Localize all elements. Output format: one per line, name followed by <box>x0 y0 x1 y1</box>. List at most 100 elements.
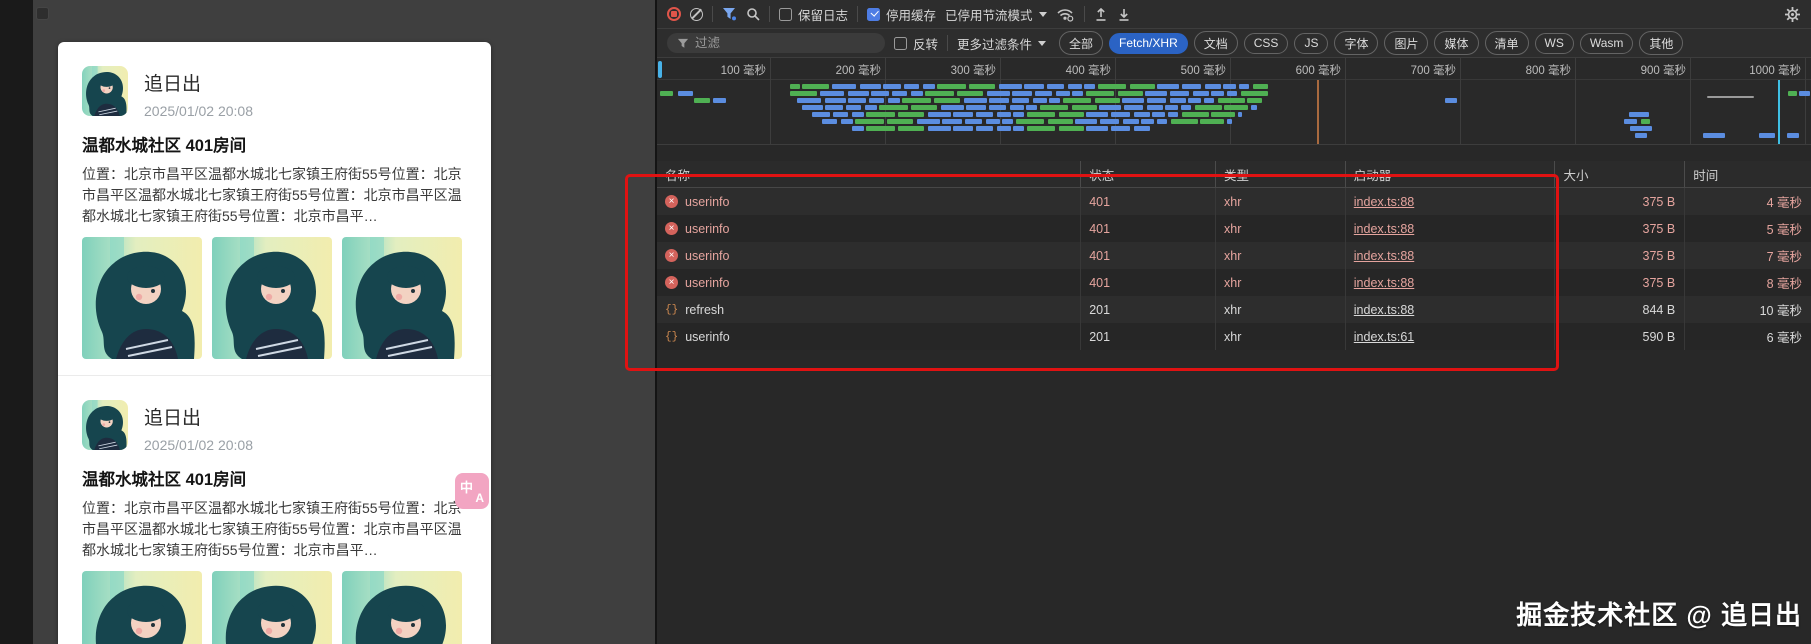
column-header-2[interactable]: 类型 <box>1216 161 1346 187</box>
timeline-request-bar <box>797 98 821 103</box>
filter-chip-wasm[interactable]: Wasm <box>1579 32 1634 54</box>
timeline-overview[interactable]: 100 毫秒 200 毫秒 300 毫秒 400 毫秒 500 毫秒 600 毫秒 700 … <box>657 58 1811 145</box>
toolbar-divider <box>712 6 713 22</box>
timeline-request-bar <box>1170 98 1186 103</box>
timeline-request-bar <box>904 84 919 89</box>
initiator-link[interactable]: index.ts:88 <box>1354 222 1414 236</box>
initiator-link[interactable]: index.ts:88 <box>1354 303 1414 317</box>
devtools-network-panel: 保留日志 停用缓存 已停用节流模式 过滤 反转 更多过滤条件 全部 Fetch/… <box>655 0 1811 644</box>
toolbar-divider <box>769 6 770 22</box>
toolbar-divider <box>947 35 949 51</box>
network-request-row[interactable]: {} userinfo 201 xhr index.ts:61 590 B 6 毫秒 <box>657 323 1811 350</box>
error-icon: × <box>665 276 678 289</box>
translate-button[interactable]: 中 A <box>455 473 489 509</box>
network-request-row[interactable]: {} refresh 201 xhr index.ts:88 844 B 10 毫秒 <box>657 296 1811 323</box>
column-header-1[interactable]: 状态 <box>1081 161 1217 187</box>
name-cell: {} userinfo <box>657 323 1082 350</box>
filter-chip-css[interactable]: CSS <box>1243 32 1289 54</box>
column-header-3[interactable]: 启动器 <box>1346 161 1556 187</box>
feed-card: 追日出 2025/01/02 20:08 温都水城社区 401房间 位置：北京市昌平区… <box>58 376 491 644</box>
timeline-request-bar <box>846 105 861 110</box>
filter-chip-字体[interactable]: 字体 <box>1334 31 1379 55</box>
size-cell: 590 B <box>1555 323 1686 350</box>
type-cell: xhr <box>1216 215 1346 242</box>
timeline-request-bar <box>887 119 913 124</box>
timeline-event-marker <box>1778 80 1780 144</box>
post-image <box>212 571 332 644</box>
network-request-row[interactable]: × userinfo 401 xhr index.ts:88 375 B 8 毫秒 <box>657 269 1811 296</box>
timeline-request-bar <box>825 105 843 110</box>
timeline-request-bar <box>1118 91 1143 96</box>
timeline-request-bar <box>989 105 1006 110</box>
timeline-request-bar <box>883 84 901 89</box>
timeline-request-bar <box>1445 98 1457 103</box>
more-filters-button[interactable]: 更多过滤条件 <box>957 34 1047 53</box>
network-table-header: 名称 状态 类型 启动器 大小 时间 <box>657 161 1811 188</box>
author-name: 追日出 <box>144 74 202 95</box>
filter-chip-文档[interactable]: 文档 <box>1193 31 1238 55</box>
request-name: userinfo <box>685 329 730 344</box>
filter-chip-其他[interactable]: 其他 <box>1639 31 1684 55</box>
network-request-row[interactable]: × userinfo 401 xhr index.ts:88 375 B 7 毫秒 <box>657 242 1811 269</box>
column-header-4[interactable]: 大小 <box>1555 161 1686 187</box>
column-header-5[interactable]: 时间 <box>1685 161 1811 187</box>
filter-chip-媒体[interactable]: 媒体 <box>1434 31 1479 55</box>
search-icon[interactable] <box>746 7 760 21</box>
filter-chip-ws[interactable]: WS <box>1534 32 1574 54</box>
time-cell: 5 毫秒 <box>1766 223 1802 237</box>
status-cell: 201 <box>1081 323 1216 350</box>
timeline-request-bar <box>1171 119 1198 124</box>
filter-chip-fetch-xhr[interactable]: Fetch/XHR <box>1109 32 1188 54</box>
clear-icon[interactable] <box>690 7 703 21</box>
record-icon[interactable] <box>667 7 681 21</box>
timeline-request-bar <box>1075 119 1097 124</box>
timeline-request-bar <box>1641 119 1650 124</box>
filter-chip-全部[interactable]: 全部 <box>1059 31 1104 55</box>
checkbox-unchecked-icon[interactable] <box>894 36 907 50</box>
post-image <box>82 571 202 644</box>
initiator-link[interactable]: index.ts:88 <box>1354 276 1414 290</box>
throttling-select[interactable]: 已停用节流模式 <box>945 5 1047 24</box>
network-conditions-icon[interactable] <box>1056 7 1075 22</box>
network-request-row[interactable]: × userinfo 401 xhr index.ts:88 375 B 5 毫秒 <box>657 215 1811 242</box>
network-request-row[interactable]: × userinfo 401 xhr index.ts:88 375 B 4 毫秒 <box>657 188 1811 215</box>
timeline-request-bar <box>866 126 895 131</box>
filter-chip-清单[interactable]: 清单 <box>1484 31 1529 55</box>
type-cell: xhr <box>1216 296 1346 323</box>
timeline-request-bar <box>852 112 864 117</box>
export-har-icon[interactable] <box>1117 7 1131 22</box>
import-har-icon[interactable] <box>1094 7 1108 22</box>
filter-input[interactable] <box>695 36 875 50</box>
timeline-request-bar <box>969 84 995 89</box>
filter-input-pill[interactable] <box>667 33 885 53</box>
settings-gear-icon[interactable] <box>1784 6 1801 23</box>
browser-corner-icon <box>36 7 49 20</box>
timeline-request-bar <box>1635 133 1647 138</box>
checkbox-checked-icon[interactable] <box>867 7 881 21</box>
timeline-request-bar <box>1063 98 1091 103</box>
timeline-request-bar <box>1241 91 1268 96</box>
filter-chip-js[interactable]: JS <box>1294 32 1329 54</box>
request-name: userinfo <box>685 221 730 236</box>
checkbox-unchecked-icon[interactable] <box>779 7 792 21</box>
filter-funnel-icon[interactable] <box>722 7 737 21</box>
timeline-request-bar <box>942 119 962 124</box>
timeline-request-bar <box>865 105 877 110</box>
initiator-link[interactable]: index.ts:61 <box>1354 330 1414 344</box>
timeline-request-bar <box>790 84 800 89</box>
timeline-request-bar <box>1010 105 1024 110</box>
timeline-request-bar <box>1157 84 1179 89</box>
column-header-0[interactable]: 名称 <box>657 161 1082 187</box>
initiator-link[interactable]: index.ts:88 <box>1354 249 1414 263</box>
filter-chip-图片[interactable]: 图片 <box>1384 31 1429 55</box>
initiator-link[interactable]: index.ts:88 <box>1354 195 1414 209</box>
size-cell: 375 B <box>1555 269 1686 296</box>
chevron-down-icon <box>1038 11 1047 17</box>
timeline-request-bar <box>866 112 895 117</box>
disable-cache-toggle[interactable]: 停用缓存 <box>867 5 936 24</box>
timeline-request-bar <box>1224 105 1248 110</box>
timeline-request-bar <box>1049 98 1060 103</box>
invert-filter-toggle[interactable]: 反转 <box>894 34 938 53</box>
initiator-cell: index.ts:88 <box>1346 188 1556 215</box>
preserve-log-toggle[interactable]: 保留日志 <box>779 5 848 24</box>
